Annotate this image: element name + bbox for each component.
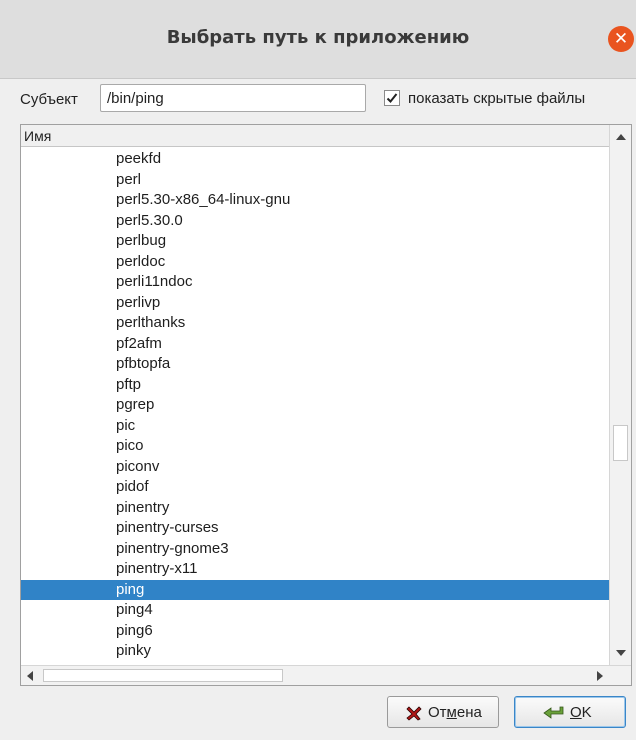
list-item-label: pinentry-x11 bbox=[116, 560, 198, 577]
subject-row: Субъект показать скрытые файлы bbox=[0, 78, 636, 122]
list-item-label: pidof bbox=[116, 478, 149, 495]
open-with-dialog: Выбрать путь к приложению ✕ Субъект пока… bbox=[0, 0, 636, 740]
list-item-label: perlivp bbox=[116, 293, 161, 311]
list-item[interactable]: pic bbox=[21, 416, 609, 437]
list-item-label: pinentry-curses bbox=[116, 519, 219, 536]
list-item-label: perli11ndoc bbox=[116, 273, 193, 290]
list-item-label: perlbug bbox=[116, 232, 167, 249]
list-item-label: pinentry bbox=[116, 498, 170, 516]
ok-arrow-icon bbox=[543, 706, 564, 719]
vertical-scrollbar[interactable] bbox=[609, 125, 631, 665]
list-item-label: pico bbox=[116, 437, 144, 454]
scroll-right-arrow-icon[interactable] bbox=[597, 671, 603, 681]
subject-path-input[interactable] bbox=[100, 84, 366, 112]
list-item[interactable]: ping6 bbox=[21, 621, 609, 642]
list-item[interactable]: perl bbox=[21, 170, 609, 191]
cancel-button-label: Отмена bbox=[428, 704, 482, 721]
list-item-label: pfbtopfa bbox=[116, 355, 171, 372]
column-header-label: Имя bbox=[24, 128, 52, 144]
list-item[interactable]: peekfd bbox=[21, 149, 609, 170]
column-header-name[interactable]: Имя bbox=[21, 125, 609, 147]
scroll-left-arrow-icon[interactable] bbox=[27, 671, 33, 681]
scroll-down-arrow-icon[interactable] bbox=[616, 650, 626, 656]
list-item-label: perlthanks bbox=[116, 314, 186, 331]
list-item[interactable]: perlivp bbox=[21, 293, 609, 314]
list-item-label: perl5.30-x86_64-linux-gnu bbox=[116, 191, 291, 208]
list-item[interactable]: perldoc bbox=[21, 252, 609, 273]
list-item-label: perl5.30.0 bbox=[116, 211, 183, 229]
scroll-up-arrow-icon[interactable] bbox=[616, 134, 626, 140]
cancel-x-icon bbox=[406, 706, 422, 721]
list-item-label: piconv bbox=[116, 457, 160, 475]
list-item-label: ping bbox=[116, 580, 145, 598]
list-item[interactable]: pico bbox=[21, 436, 609, 457]
title-bar: Выбрать путь к приложению ✕ bbox=[0, 0, 636, 79]
list-item[interactable]: piconv bbox=[21, 457, 609, 478]
ok-button-label: OK bbox=[570, 704, 592, 721]
horizontal-scroll-thumb[interactable] bbox=[43, 669, 283, 682]
list-item-label: perl bbox=[116, 170, 142, 188]
list-item[interactable]: pinentry bbox=[21, 498, 609, 519]
list-item[interactable]: perl5.30-x86_64-linux-gnu bbox=[21, 190, 609, 211]
list-item[interactable]: pftp bbox=[21, 375, 609, 396]
subject-label: Субъект bbox=[20, 91, 78, 108]
list-item[interactable]: perl5.30.0 bbox=[21, 211, 609, 232]
checkmark-icon bbox=[386, 93, 398, 103]
ok-button[interactable]: OK bbox=[514, 696, 626, 728]
close-icon: ✕ bbox=[613, 29, 629, 49]
list-item-label: perldoc bbox=[116, 252, 166, 270]
list-item[interactable]: perlbug bbox=[21, 231, 609, 252]
file-list: Имя peekfd perl perl5.30-x86_64-linux-gnu p… bbox=[20, 124, 632, 686]
list-item[interactable]: perli11ndoc bbox=[21, 272, 609, 293]
list-item[interactable]: pinentry-x11 bbox=[21, 559, 609, 580]
list-item[interactable]: pinky bbox=[21, 641, 609, 662]
list-item[interactable]: pgrep bbox=[21, 395, 609, 416]
list-item[interactable]: pf2afm bbox=[21, 334, 609, 355]
list-item[interactable]: pinentry-curses bbox=[21, 518, 609, 539]
vertical-scroll-thumb[interactable] bbox=[613, 425, 628, 461]
horizontal-scrollbar[interactable] bbox=[21, 665, 631, 685]
list-item-selected[interactable]: ping bbox=[21, 579, 609, 600]
show-hidden-label[interactable]: показать скрытые файлы bbox=[408, 90, 585, 107]
close-button[interactable]: ✕ bbox=[608, 26, 634, 52]
list-item-label: pftp bbox=[116, 375, 142, 393]
list-item[interactable]: pfbtopfa bbox=[21, 354, 609, 375]
list-item-label: ping4 bbox=[116, 601, 153, 618]
show-hidden-checkbox[interactable] bbox=[384, 90, 400, 106]
list-item[interactable]: pidof bbox=[21, 477, 609, 498]
list-item[interactable]: ping4 bbox=[21, 600, 609, 621]
list-item-label: pgrep bbox=[116, 396, 155, 413]
list-item-label: peekfd bbox=[116, 150, 162, 167]
cancel-button[interactable]: Отмена bbox=[387, 696, 499, 728]
file-list-body: peekfd perl perl5.30-x86_64-linux-gnu perl5… bbox=[21, 149, 609, 667]
list-item-label: pinentry-gnome3 bbox=[116, 539, 229, 557]
list-item-label: pf2afm bbox=[116, 334, 162, 352]
dialog-title: Выбрать путь к приложению bbox=[166, 27, 470, 48]
list-item[interactable]: pinentry-gnome3 bbox=[21, 539, 609, 560]
list-item[interactable]: perlthanks bbox=[21, 313, 609, 334]
list-item-label: pic bbox=[116, 416, 136, 434]
list-item-label: pinky bbox=[116, 642, 152, 659]
list-item-label: ping6 bbox=[116, 621, 153, 639]
